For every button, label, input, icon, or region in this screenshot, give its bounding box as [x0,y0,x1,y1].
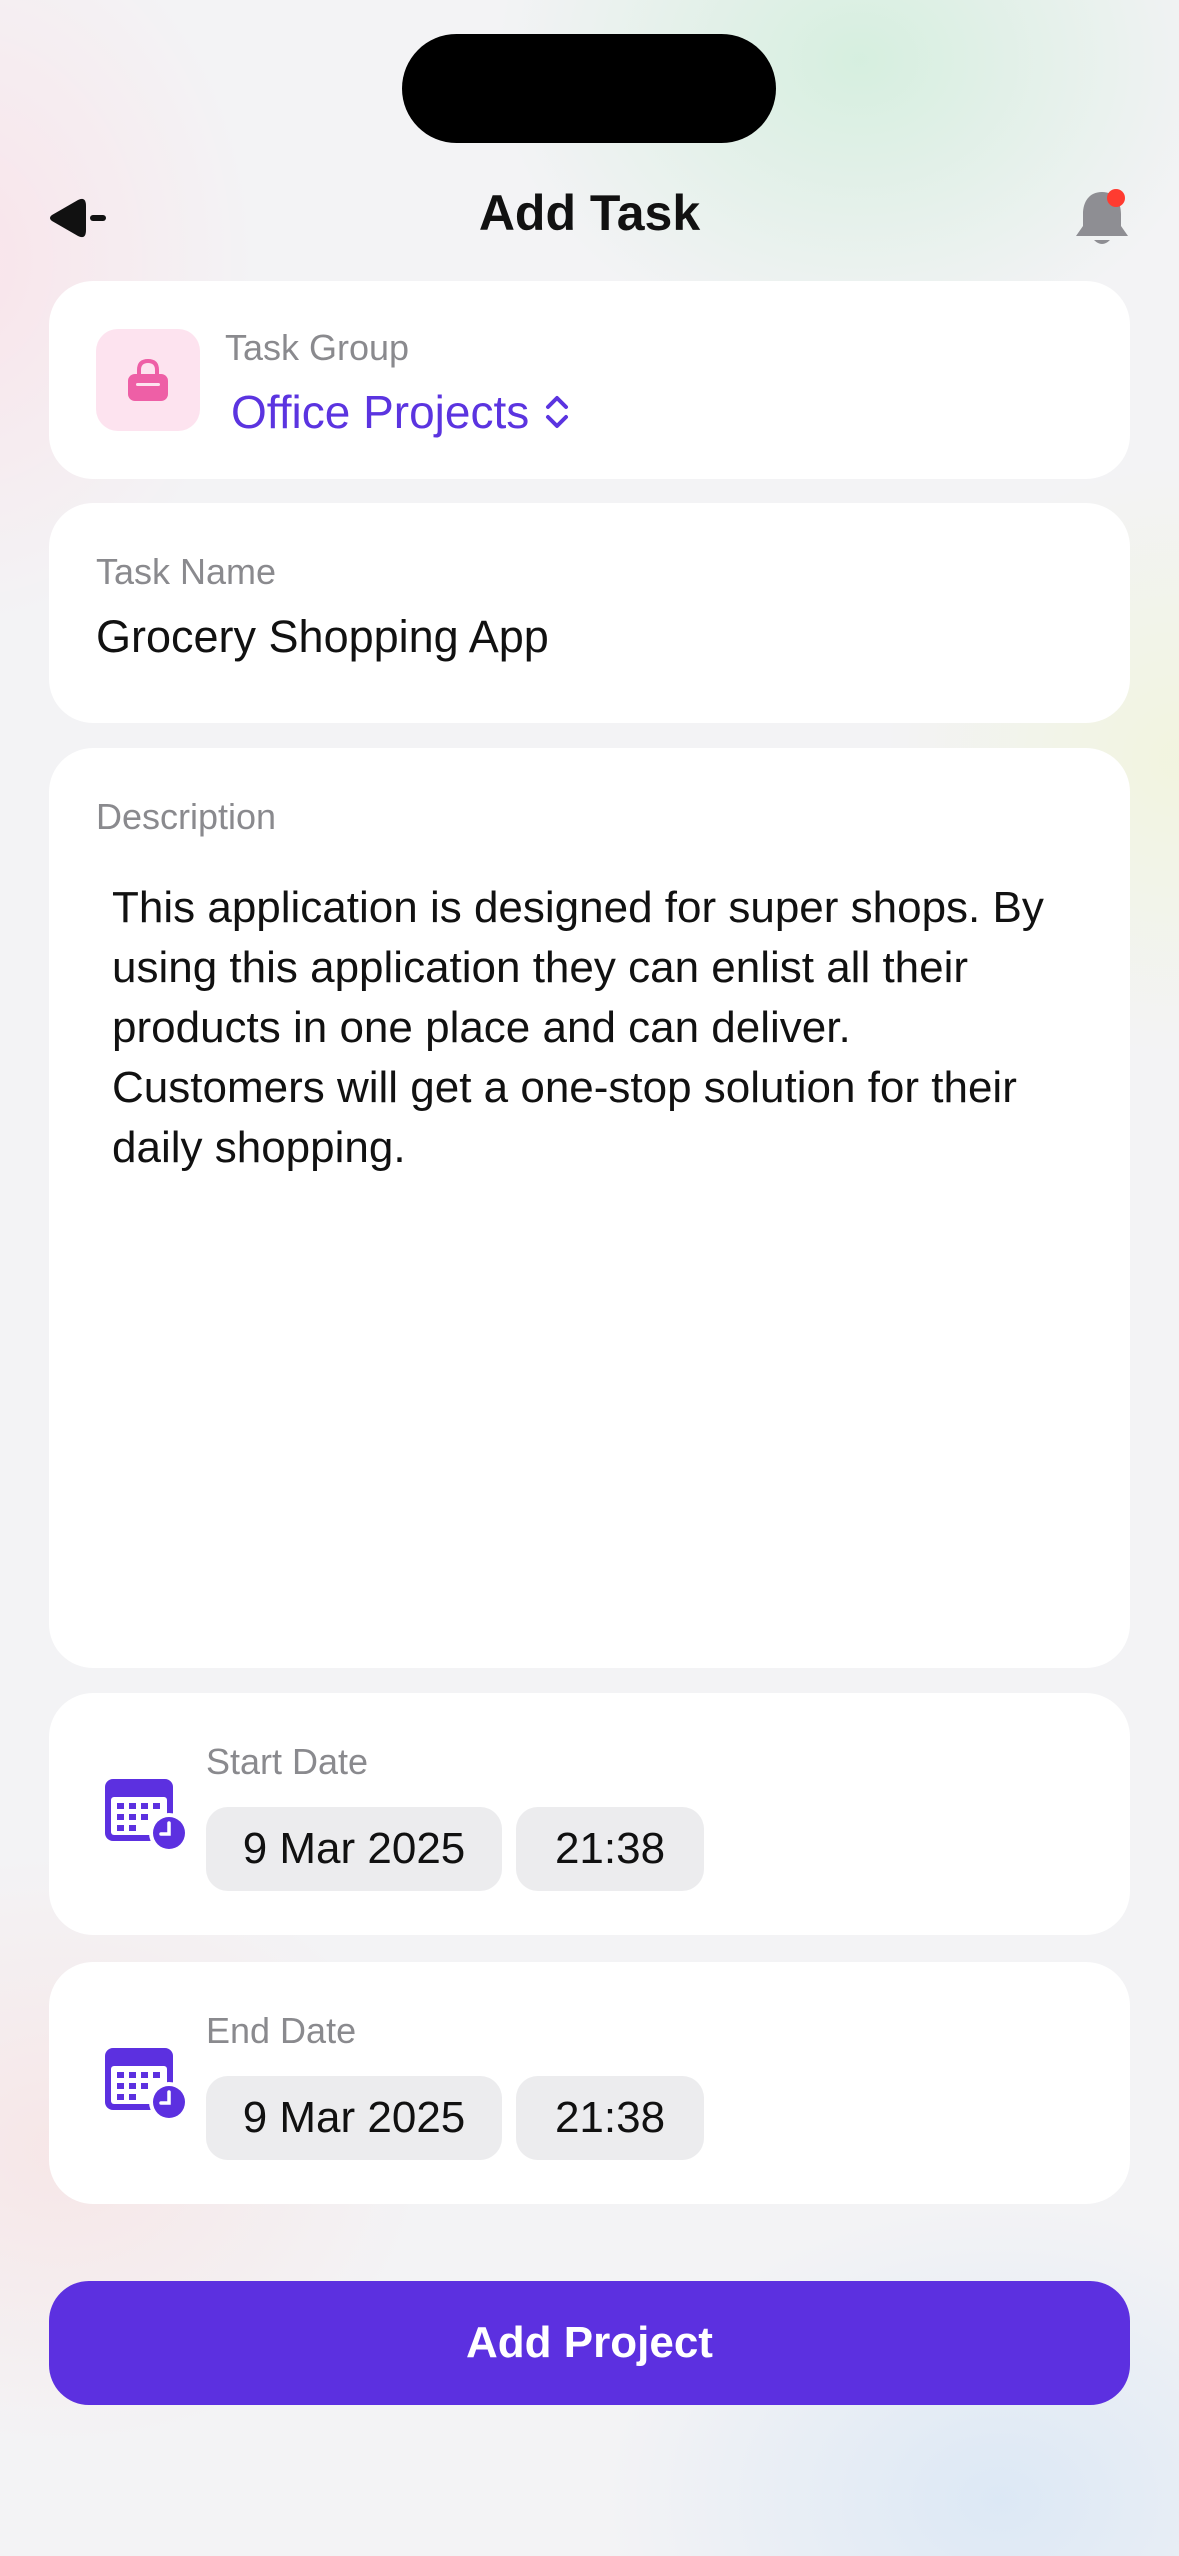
page-title: Add Task [478,185,701,241]
calendar-clock-icon [105,2048,189,2122]
description-textarea[interactable]: This application is designed for super s… [112,878,1072,1178]
task-group-value: Office Projects [231,386,530,438]
task-name-label: Task Name [96,551,277,592]
task-group-label: Task Group [225,327,410,368]
add-project-button[interactable]: Add Project [49,2281,1130,2405]
handbag-icon [128,358,168,401]
nav-bar: Add Task [0,170,1179,260]
start-date-card: Start Date 9 Mar 2025 21:38 [49,1693,1130,1935]
end-date-label: End Date [206,2010,357,2051]
task-name-input[interactable]: Grocery Shopping App [96,611,1076,663]
end-date-picker[interactable]: 9 Mar 2025 [206,2076,502,2160]
notifications-button[interactable] [1072,184,1132,254]
task-group-card: Task Group Office Projects [49,281,1130,479]
dynamic-island [402,34,776,143]
description-card: Description This application is designed… [49,748,1130,1668]
end-time-picker[interactable]: 21:38 [516,2076,704,2160]
start-date-picker[interactable]: 9 Mar 2025 [206,1807,502,1891]
description-label: Description [96,796,277,837]
task-group-icon-tile [96,329,200,431]
task-name-card: Task Name Grocery Shopping App [49,503,1130,723]
chevron-up-down-icon [546,396,569,428]
calendar-clock-icon [105,1779,189,1853]
end-date-card: End Date 9 Mar 2025 21:38 [49,1962,1130,2204]
task-group-select[interactable]: Office Projects [231,385,571,439]
start-time-picker[interactable]: 21:38 [516,1807,704,1891]
start-date-label: Start Date [206,1741,369,1782]
bell-icon [1076,189,1128,244]
